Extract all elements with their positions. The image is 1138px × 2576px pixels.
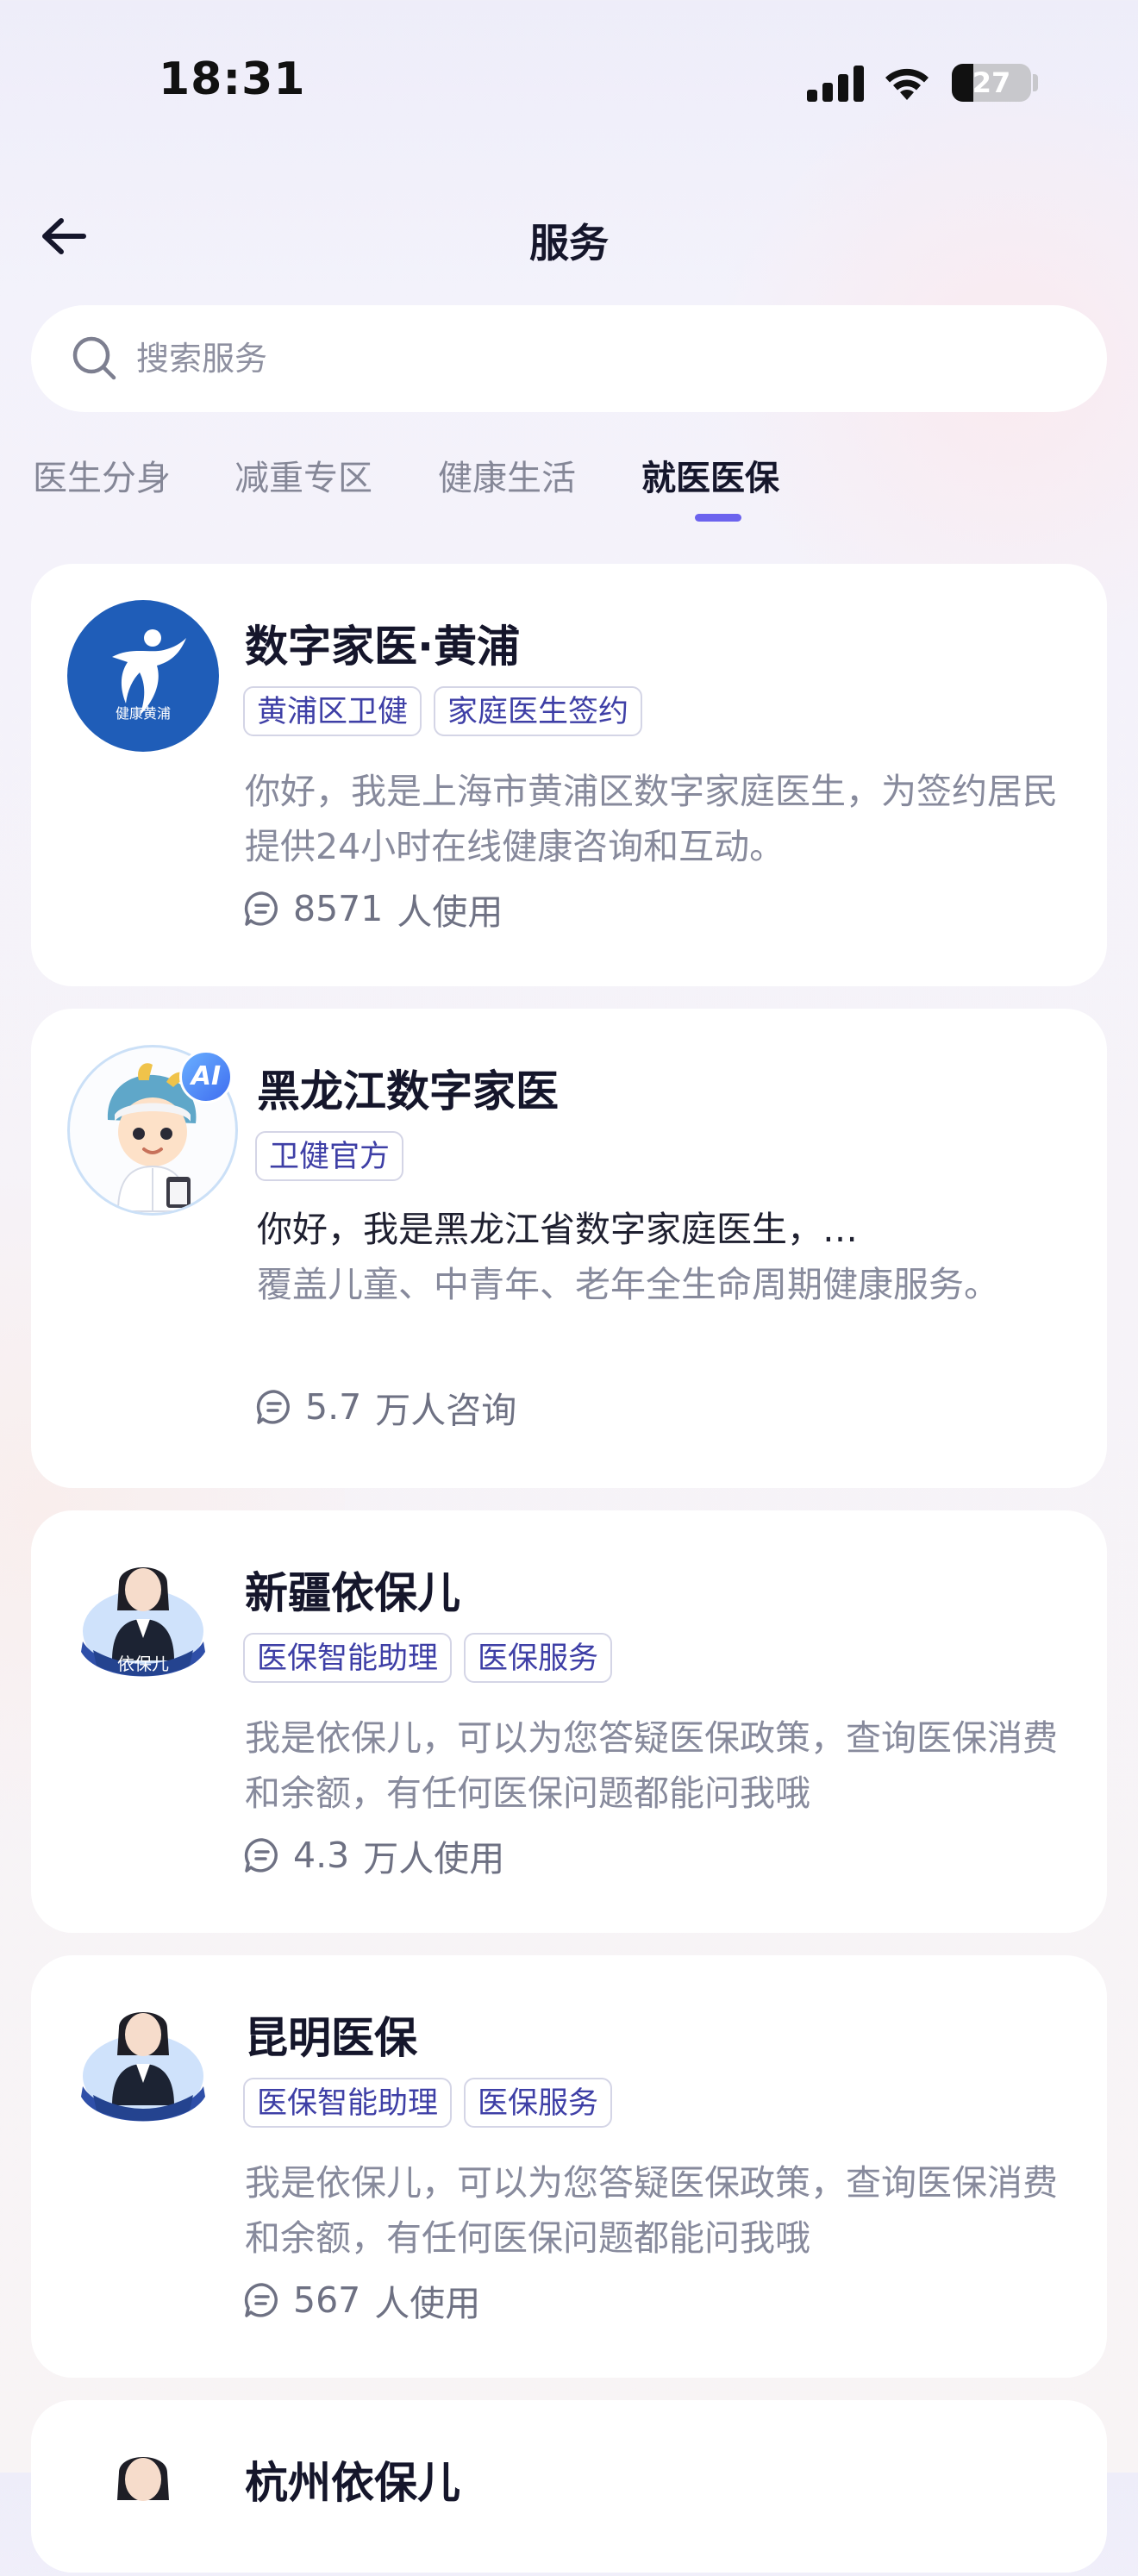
ai-badge: AI — [179, 1050, 233, 1104]
kunming-agent-avatar — [76, 1993, 210, 2128]
usage-label: 人使用 — [374, 2283, 481, 2324]
tab-doctor-avatar[interactable]: 医生分身 — [33, 450, 171, 500]
tag: 黄浦区卫健 — [243, 686, 422, 736]
card-tags: 卫健官方 — [255, 1131, 404, 1181]
tag: 家庭医生签约 — [434, 686, 643, 736]
service-card-kunming[interactable]: 昆明医保 医保智能助理 医保服务 我是依保儿，可以为您答疑医保政策，查询医保消费… — [31, 1955, 1107, 2378]
page-title: 服务 — [529, 220, 609, 266]
insurance-agent-avatar-icon — [117, 2457, 169, 2501]
insurance-agent-avatar-icon — [81, 2012, 205, 2122]
card-title: 新疆依保儿 — [245, 1568, 460, 1618]
card-tags: 医保智能助理 医保服务 — [243, 1633, 613, 1683]
yibaoer-avatar: 依保儿 — [76, 1548, 210, 1683]
status-bar: 18:31 27 — [0, 0, 1138, 164]
card-description: 覆盖儿童、中青年、老年全生命周期健康服务。 — [257, 1264, 999, 1305]
usage-number: 5.7 — [305, 1386, 362, 1428]
battery-icon: 27 — [952, 64, 1031, 102]
usage-count: 8571 人使用 — [243, 883, 503, 935]
card-title: 杭州依保儿 — [245, 2458, 460, 2508]
hangzhou-agent-avatar — [76, 2438, 210, 2573]
card-description: 你好，我是上海市黄浦区数字家庭医生，为签约居民提供24小时在线健康咨询和互动。 — [245, 771, 1058, 867]
usage-label: 万人咨询 — [375, 1390, 517, 1431]
tab-medical-insurance[interactable]: 就医医保 — [641, 450, 779, 500]
huangpu-logo-text: 健康黄浦 — [115, 705, 171, 722]
usage-count: 4.3 万人使用 — [243, 1829, 504, 1881]
ai-badge-text: AI — [191, 1061, 222, 1091]
usage-number: 567 — [293, 2279, 361, 2321]
chat-bubble-icon — [244, 2283, 278, 2317]
tab-weight-loss[interactable]: 减重专区 — [234, 450, 372, 500]
cellular-signal-icon — [807, 64, 866, 102]
wifi-icon — [885, 68, 929, 100]
chat-bubble-icon — [256, 1390, 290, 1424]
active-tab-indicator — [695, 514, 741, 522]
status-time: 18:31 — [159, 53, 306, 105]
tag: 医保服务 — [464, 1633, 613, 1683]
usage-label: 人使用 — [397, 891, 503, 933]
service-card-huangpu[interactable]: 健康黄浦 数字家医·黄浦 黄浦区卫健 家庭医生签约 你好，我是上海市黄浦区数字家… — [31, 564, 1107, 986]
service-card-hangzhou[interactable]: 杭州依保儿 — [31, 2400, 1107, 2573]
service-card-xinjiang[interactable]: 依保儿 新疆依保儿 医保智能助理 医保服务 我是依保儿，可以为您答疑医保政策，查… — [31, 1510, 1107, 1933]
tag: 医保智能助理 — [243, 2078, 453, 2128]
chat-bubble-icon — [244, 891, 278, 926]
card-title: 黑龙江数字家医 — [257, 1066, 559, 1116]
battery-tip — [1033, 74, 1038, 91]
search-icon — [72, 336, 116, 380]
search-input[interactable] — [134, 339, 1069, 378]
card-greeting: 你好，我是黑龙江省数字家庭医生，… — [257, 1209, 858, 1250]
usage-count: 5.7 万人咨询 — [255, 1381, 516, 1433]
tag: 医保智能助理 — [243, 1633, 453, 1683]
usage-number: 8571 — [293, 888, 384, 929]
service-card-heilongjiang[interactable]: AI 黑龙江数字家医 卫健官方 你好，我是黑龙江省数字家庭医生，… 覆盖儿童、中… — [31, 1009, 1107, 1488]
usage-label: 万人使用 — [363, 1838, 505, 1879]
search-bar[interactable] — [31, 305, 1107, 412]
card-description: 我是依保儿，可以为您答疑医保政策，查询医保消费和余额，有任何医保问题都能问我哦 — [245, 1717, 1058, 1814]
tab-healthy-living[interactable]: 健康生活 — [438, 450, 576, 500]
tag: 卫健官方 — [255, 1131, 404, 1181]
battery-level: 27 — [972, 66, 1011, 99]
yibaoer-avatar-text: 依保儿 — [117, 1654, 169, 1674]
usage-count: 567 人使用 — [243, 2274, 480, 2326]
chat-bubble-icon — [244, 1838, 278, 1873]
tag: 医保服务 — [464, 2078, 613, 2128]
card-title: 昆明医保 — [245, 2013, 417, 2063]
card-title: 数字家医·黄浦 — [245, 622, 520, 672]
huangpu-logo-icon — [112, 629, 186, 716]
card-tags: 医保智能助理 医保服务 — [243, 2078, 613, 2128]
huangpu-logo-avatar: 健康黄浦 — [67, 600, 219, 752]
usage-number: 4.3 — [293, 1835, 350, 1876]
card-description: 我是依保儿，可以为您答疑医保政策，查询医保消费和余额，有任何医保问题都能问我哦 — [245, 2162, 1058, 2259]
card-tags: 黄浦区卫健 家庭医生签约 — [243, 686, 643, 736]
